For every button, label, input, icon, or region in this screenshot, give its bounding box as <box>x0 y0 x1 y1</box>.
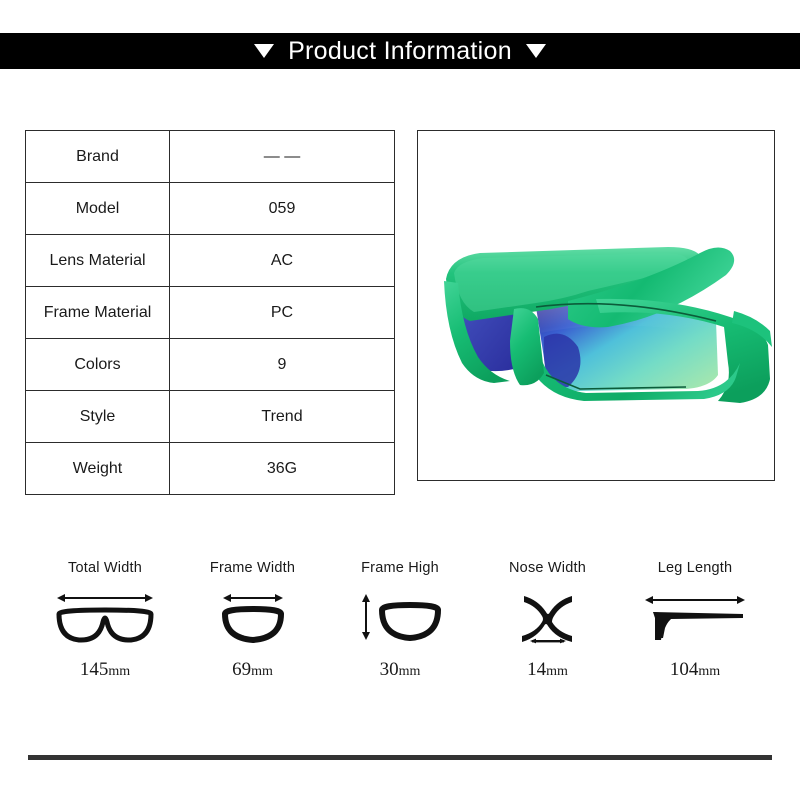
glasses-full-width-icon <box>49 588 161 646</box>
spec-value-style: Trend <box>169 390 395 443</box>
spec-value-model: 059 <box>169 182 395 235</box>
triangle-down-icon-left <box>254 44 275 58</box>
spec-label-brand: Brand <box>25 130 170 183</box>
spec-value-brand: — — <box>169 130 395 183</box>
measurements-row: Total Width 145mm Frame Width 69mm Frame… <box>0 560 800 681</box>
measurement-value: 145mm <box>79 659 131 680</box>
spec-value-lens-material: AC <box>169 234 395 287</box>
spec-value-frame-material: PC <box>169 286 395 339</box>
table-row: Weight 36G <box>25 442 395 495</box>
temple-arm-icon <box>639 588 751 646</box>
table-row: Model 059 <box>25 182 395 235</box>
spec-label-lens-material: Lens Material <box>25 234 170 287</box>
spec-value-weight: 36G <box>169 442 395 495</box>
measurement-value: 14mm <box>527 659 568 680</box>
table-row: Lens Material AC <box>25 234 395 287</box>
measurement-nose-width: Nose Width 14mm <box>477 560 619 681</box>
measurement-title: Nose Width <box>509 560 586 576</box>
measurement-title: Frame High <box>361 560 439 576</box>
spec-label-style: Style <box>25 390 170 443</box>
table-row: Colors 9 <box>25 338 395 391</box>
spec-label-model: Model <box>25 182 170 235</box>
measurement-title: Leg Length <box>657 560 733 576</box>
spec-label-frame-material: Frame Material <box>25 286 170 339</box>
table-row: Style Trend <box>25 390 395 443</box>
page-title: Product Information <box>288 36 512 65</box>
lens-height-icon <box>344 588 456 646</box>
measurement-total-width: Total Width 145mm <box>34 560 176 681</box>
measurement-frame-width: Frame Width 69mm <box>182 560 324 681</box>
table-row: Brand — — <box>25 130 395 183</box>
lens-width-icon <box>197 588 309 646</box>
sunglasses-product-image <box>418 131 774 480</box>
measurement-title: Frame Width <box>209 560 296 576</box>
product-information-header: Product Information <box>0 33 800 69</box>
triangle-down-icon-right <box>525 44 546 58</box>
spec-label-weight: Weight <box>25 442 170 495</box>
measurement-frame-high: Frame High 30mm <box>329 560 471 681</box>
spec-label-colors: Colors <box>25 338 170 391</box>
spec-value-colors: 9 <box>169 338 395 391</box>
table-row: Frame Material PC <box>25 286 395 339</box>
measurement-value: 69mm <box>232 659 273 680</box>
measurement-leg-length: Leg Length 104mm <box>624 560 766 681</box>
nose-bridge-icon <box>492 588 604 646</box>
measurement-value: 30mm <box>379 659 421 680</box>
measurement-title: Total Width <box>68 560 142 576</box>
specification-table: Brand — — Model 059 Lens Material AC Fra… <box>25 130 395 495</box>
specification-table-body: Brand — — Model 059 Lens Material AC Fra… <box>25 130 395 495</box>
bottom-divider <box>28 755 772 760</box>
product-image-panel <box>417 130 775 481</box>
measurement-value: 104mm <box>669 659 721 680</box>
